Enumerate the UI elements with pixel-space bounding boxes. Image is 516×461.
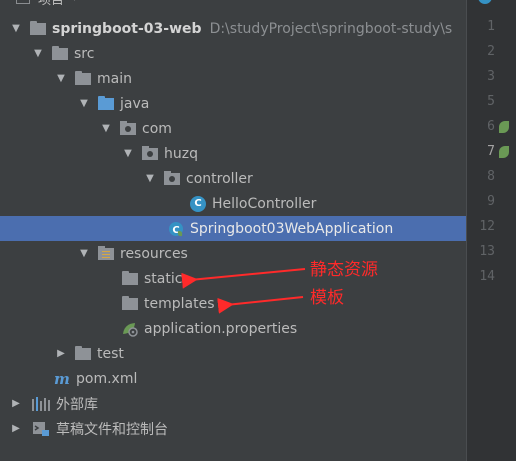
line-number: 13 <box>479 244 495 259</box>
line-number: 2 <box>487 44 495 59</box>
line-number: 3 <box>487 69 495 84</box>
line-number: 12 <box>479 219 495 234</box>
line-number: 8 <box>487 169 495 184</box>
run-gutter-icon[interactable] <box>499 146 509 158</box>
line-number: 6 <box>487 119 495 134</box>
annotation-arrow-static <box>181 268 306 289</box>
annotation-static-note: 静态资源 <box>310 260 378 280</box>
annotation-arrow-templates <box>217 296 304 314</box>
line-number: 9 <box>487 194 495 209</box>
project-tool-window: 项目 ▾ − ⚙ − ▼ springboot-03-web D:\studyP… <box>0 0 466 461</box>
annotation-templates-note: 模板 <box>310 288 344 308</box>
line-number: 5 <box>487 94 495 109</box>
spring-bean-gutter-icon[interactable] <box>499 121 509 133</box>
editor-gutter: 1 2 3 5 6 7 8 9 12 13 14 <box>466 0 516 461</box>
line-number: 14 <box>479 269 495 284</box>
line-number-current: 7 <box>487 144 495 159</box>
annotation-arrows <box>181 268 306 314</box>
line-number: 1 <box>487 19 495 34</box>
